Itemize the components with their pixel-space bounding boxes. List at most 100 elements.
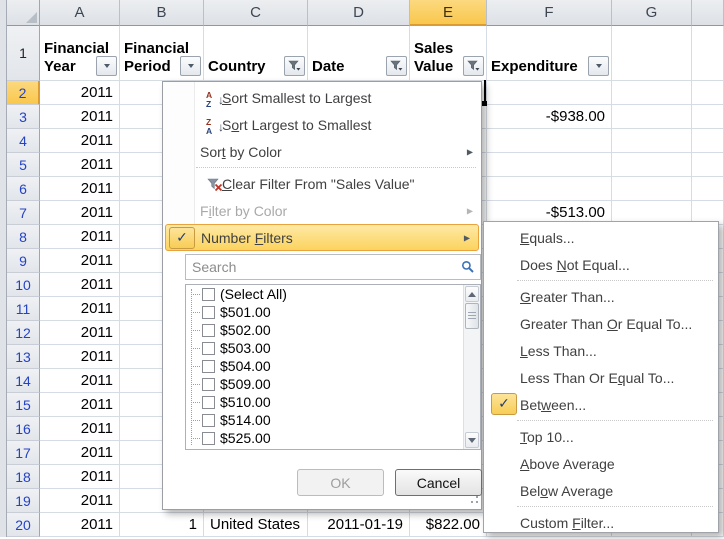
- row-header-7[interactable]: 7: [7, 201, 40, 225]
- menu-item-top-10[interactable]: Top 10...: [484, 423, 718, 450]
- list-item[interactable]: $509.00: [186, 375, 480, 393]
- list-item[interactable]: $510.00: [186, 393, 480, 411]
- header-cell-g[interactable]: [612, 26, 692, 81]
- row-header-1[interactable]: 1: [7, 26, 40, 81]
- cell-A10[interactable]: 2011: [40, 273, 120, 297]
- checkbox[interactable]: [202, 432, 215, 445]
- search-icon[interactable]: [461, 260, 475, 274]
- menu-item-greater-than-or-equal-to[interactable]: Greater Than Or Equal To...: [484, 310, 718, 337]
- row-header-2[interactable]: 2: [7, 81, 40, 105]
- cell-H6[interactable]: [692, 177, 724, 201]
- cell-G5[interactable]: [612, 153, 692, 177]
- menu-item-below-average[interactable]: Below Average: [484, 477, 718, 504]
- filter-dropdown-button[interactable]: [588, 56, 609, 76]
- cell-H5[interactable]: [692, 153, 724, 177]
- row-header-5[interactable]: 5: [7, 153, 40, 177]
- row-header-14[interactable]: 14: [7, 369, 40, 393]
- cell-A15[interactable]: 2011: [40, 393, 120, 417]
- scroll-up-button[interactable]: [465, 286, 479, 302]
- cell-A13[interactable]: 2011: [40, 345, 120, 369]
- cell-A19[interactable]: 2011: [40, 489, 120, 513]
- cell-C20[interactable]: United States: [204, 513, 308, 537]
- cell-A11[interactable]: 2011: [40, 297, 120, 321]
- resize-grip[interactable]: [466, 496, 478, 506]
- column-header-D[interactable]: D: [308, 0, 410, 26]
- filter-dropdown-button[interactable]: [96, 56, 117, 76]
- row-header-13[interactable]: 13: [7, 345, 40, 369]
- column-header-E[interactable]: E: [410, 0, 487, 26]
- cell-A8[interactable]: 2011: [40, 225, 120, 249]
- list-item[interactable]: $502.00: [186, 321, 480, 339]
- cell-A14[interactable]: 2011: [40, 369, 120, 393]
- row-header-11[interactable]: 11: [7, 297, 40, 321]
- list-item[interactable]: $504.00: [186, 357, 480, 375]
- cell-G6[interactable]: [612, 177, 692, 201]
- menu-item-greater-than[interactable]: Greater Than...: [484, 283, 718, 310]
- row-header-17[interactable]: 17: [7, 441, 40, 465]
- cell-G3[interactable]: [612, 105, 692, 129]
- menu-item-above-average[interactable]: Above Average: [484, 450, 718, 477]
- cell-G2[interactable]: [612, 81, 692, 105]
- cell-A17[interactable]: 2011: [40, 441, 120, 465]
- search-input[interactable]: [186, 255, 480, 279]
- scrollbar-thumb[interactable]: [465, 303, 479, 329]
- row-header-3[interactable]: 3: [7, 105, 40, 129]
- menu-item-between[interactable]: ✓Between...: [484, 391, 718, 418]
- row-header-19[interactable]: 19: [7, 489, 40, 513]
- cell-F5[interactable]: [487, 153, 612, 177]
- menu-item-less-than[interactable]: Less Than...: [484, 337, 718, 364]
- select-all-button[interactable]: [7, 0, 40, 26]
- column-header-partial[interactable]: [692, 0, 724, 26]
- cell-A20[interactable]: 2011: [40, 513, 120, 537]
- cell-A2[interactable]: 2011: [40, 81, 120, 105]
- cell-D20[interactable]: 2011-01-19: [308, 513, 410, 537]
- column-header-F[interactable]: F: [487, 0, 612, 26]
- fill-handle[interactable]: [482, 101, 487, 106]
- filter-applied-button[interactable]: [386, 56, 407, 76]
- checkbox[interactable]: [202, 342, 215, 355]
- list-scrollbar[interactable]: [463, 285, 480, 449]
- column-header-A[interactable]: A: [40, 0, 120, 26]
- menu-item-filter-by-color[interactable]: Filter by Color▶: [163, 197, 481, 224]
- list-item-partial[interactable]: [186, 447, 480, 450]
- cell-A16[interactable]: 2011: [40, 417, 120, 441]
- menu-item-sort-largest-to-smallest[interactable]: ZA↓Sort Largest to Smallest: [163, 111, 481, 138]
- cell-F3[interactable]: -$938.00: [487, 105, 612, 129]
- filter-applied-button[interactable]: [284, 56, 305, 76]
- checkbox[interactable]: [202, 288, 215, 301]
- header-cell-expenditure[interactable]: Expenditure: [487, 26, 612, 81]
- scroll-down-button[interactable]: [465, 432, 479, 448]
- row-header-15[interactable]: 15: [7, 393, 40, 417]
- cell-A12[interactable]: 2011: [40, 321, 120, 345]
- menu-item-sort-smallest-to-largest[interactable]: AZ↓Sort Smallest to Largest: [163, 84, 481, 111]
- header-cell-h[interactable]: [692, 26, 724, 81]
- row-header-18[interactable]: 18: [7, 465, 40, 489]
- checkbox[interactable]: [202, 378, 215, 391]
- checkbox[interactable]: [202, 306, 215, 319]
- header-cell-sales-value[interactable]: Sales Value: [410, 26, 487, 81]
- filter-dropdown-button[interactable]: [180, 56, 201, 76]
- column-header-C[interactable]: C: [204, 0, 308, 26]
- cell-G4[interactable]: [612, 129, 692, 153]
- list-item[interactable]: $501.00: [186, 303, 480, 321]
- menu-item-equals[interactable]: Equals...: [484, 224, 718, 251]
- cell-A6[interactable]: 2011: [40, 177, 120, 201]
- list-item[interactable]: $514.00: [186, 411, 480, 429]
- menu-item-number-filters[interactable]: ✓Number Filters▶: [165, 224, 479, 251]
- checkbox[interactable]: [202, 324, 215, 337]
- cell-H4[interactable]: [692, 129, 724, 153]
- row-header-4[interactable]: 4: [7, 129, 40, 153]
- row-header-20[interactable]: 20: [7, 513, 40, 537]
- cell-F6[interactable]: [487, 177, 612, 201]
- list-item[interactable]: $503.00: [186, 339, 480, 357]
- row-header-6[interactable]: 6: [7, 177, 40, 201]
- row-header-16[interactable]: 16: [7, 417, 40, 441]
- menu-item-clear-filter-from-sales-value[interactable]: Clear Filter From "Sales Value": [163, 170, 481, 197]
- cell-A4[interactable]: 2011: [40, 129, 120, 153]
- cell-A18[interactable]: 2011: [40, 465, 120, 489]
- cell-E20[interactable]: $822.00: [410, 513, 487, 537]
- menu-item-sort-by-color[interactable]: Sort by Color▶: [163, 138, 481, 165]
- cell-A3[interactable]: 2011: [40, 105, 120, 129]
- cell-H2[interactable]: [692, 81, 724, 105]
- cell-B20[interactable]: 1: [120, 513, 204, 537]
